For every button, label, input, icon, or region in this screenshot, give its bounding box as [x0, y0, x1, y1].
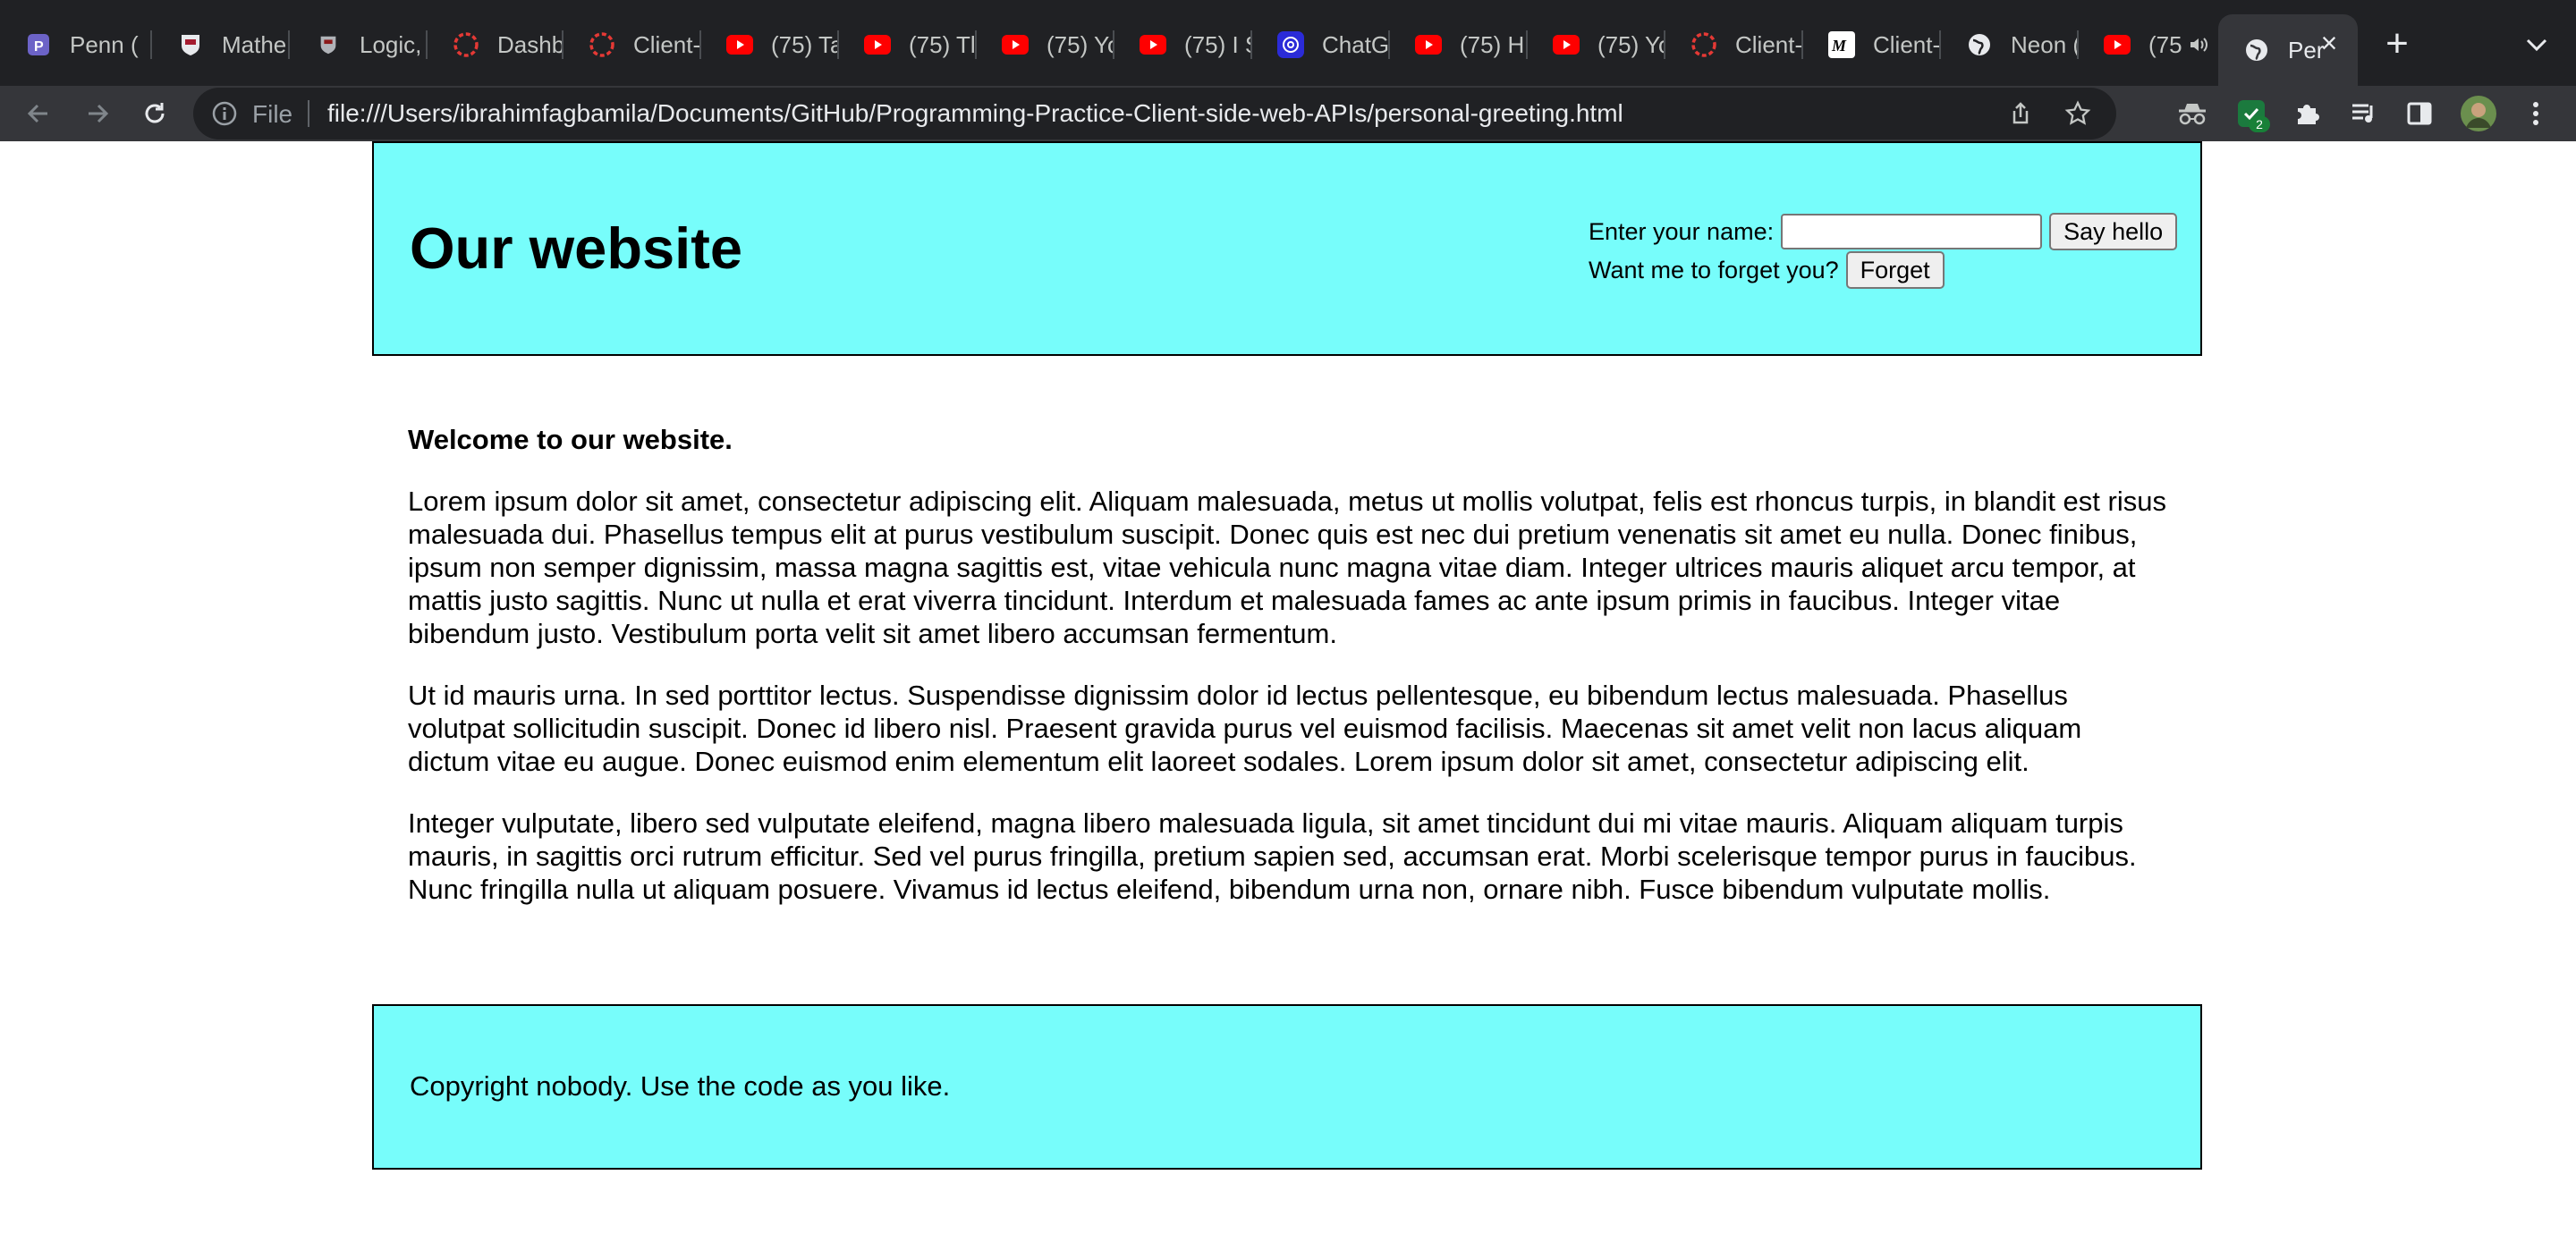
youtube-icon — [1553, 31, 1580, 58]
footer-text: Copyright nobody. Use the code as you li… — [410, 1070, 951, 1102]
browser-tab[interactable]: Mathe — [152, 14, 288, 75]
youtube-icon — [1002, 31, 1029, 58]
m-logo-icon: M — [1828, 31, 1855, 58]
share-icon[interactable] — [2005, 98, 2036, 129]
reload-button[interactable] — [132, 91, 177, 136]
arrow-left-icon — [27, 104, 47, 123]
browser-tab[interactable]: P Penn ( — [0, 14, 150, 75]
youtube-icon — [1415, 31, 1442, 58]
speaker-icon[interactable] — [2188, 34, 2209, 62]
browser-tab[interactable]: Neon ( — [1941, 14, 2077, 75]
university-crest-icon — [177, 31, 204, 58]
browser-tab-strip: P Penn ( Mathe Logic, Dashb Client- (75)… — [0, 0, 2576, 86]
browser-tab-active[interactable]: Per × — [2218, 14, 2358, 86]
incognito-extension-icon[interactable] — [2172, 93, 2213, 134]
browser-tab[interactable]: Client- — [1665, 14, 1801, 75]
name-label: Enter your name: — [1589, 217, 1775, 245]
browser-tab[interactable]: (75) Yo — [1528, 14, 1664, 75]
url-text[interactable]: file:///Users/ibrahimfagbamila/Documents… — [327, 99, 1623, 128]
browser-tab[interactable]: ChatG — [1252, 14, 1388, 75]
site-header: Our website Enter your name: Say hello W… — [372, 141, 2202, 356]
browser-tab[interactable]: (75) Yo — [977, 14, 1113, 75]
browser-tab[interactable]: Logic, — [290, 14, 426, 75]
globe-icon — [1966, 31, 1993, 58]
browser-tab[interactable]: (75 — [2079, 14, 2216, 75]
youtube-icon — [726, 31, 753, 58]
browser-toolbar: File file:///Users/ibrahimfagbamila/Docu… — [0, 86, 2576, 141]
chatgpt-icon — [1277, 31, 1304, 58]
greeting-form: Enter your name: Say hello — [1589, 213, 2178, 250]
address-bar[interactable]: File file:///Users/ibrahimfagbamila/Docu… — [193, 88, 2116, 139]
side-panel-icon[interactable] — [2399, 93, 2440, 134]
browser-tab[interactable]: Client- — [564, 14, 699, 75]
page-title: Our website — [410, 216, 743, 281]
grammar-extension-icon[interactable]: 2 — [2231, 93, 2272, 134]
penn-icon: P — [25, 31, 52, 58]
site-footer: Copyright nobody. Use the code as you li… — [372, 1004, 2202, 1170]
profile-avatar[interactable] — [2458, 93, 2499, 134]
tab-search-button[interactable] — [2515, 25, 2558, 64]
svg-text:P: P — [34, 39, 44, 55]
say-hello-button[interactable]: Say hello — [2049, 213, 2178, 250]
info-icon[interactable] — [211, 100, 238, 127]
browser-tab[interactable]: Dashb — [428, 14, 562, 75]
browser-tab[interactable]: (75) H — [1390, 14, 1526, 75]
globe-icon — [2243, 37, 2270, 63]
browser-menu-button[interactable] — [2515, 93, 2556, 134]
forward-button[interactable] — [75, 91, 120, 136]
puzzle-extensions-icon[interactable] — [2286, 93, 2327, 134]
bookmark-star-icon[interactable] — [2063, 98, 2093, 129]
forget-prompt: Want me to forget you? — [1589, 256, 1839, 283]
dashed-circle-icon — [1690, 31, 1717, 58]
youtube-icon — [2104, 31, 2131, 58]
kebab-menu-icon — [2533, 102, 2538, 125]
close-tab-icon[interactable]: × — [2317, 29, 2342, 57]
browser-tab[interactable]: (75) Tl — [839, 14, 975, 75]
scheme-label: File — [252, 100, 293, 128]
back-button[interactable] — [16, 91, 61, 136]
reload-icon — [145, 103, 165, 123]
name-input[interactable] — [1781, 214, 2043, 249]
chevron-down-icon — [2526, 38, 2547, 52]
extension-badge: 2 — [2249, 116, 2270, 132]
browser-tab[interactable]: (75) I S — [1114, 14, 1250, 75]
new-tab-button[interactable]: + — [2376, 23, 2419, 66]
media-controls-icon[interactable] — [2343, 93, 2385, 134]
youtube-icon — [1140, 31, 1166, 58]
browser-tab[interactable]: M Client- — [1803, 14, 1939, 75]
body-paragraph: Lorem ipsum dolor sit amet, consectetur … — [408, 486, 2166, 649]
svg-text:M: M — [1831, 37, 1847, 55]
arrow-right-icon — [89, 104, 109, 123]
browser-tab[interactable]: (75) Ta — [701, 14, 837, 75]
body-paragraph: Ut id mauris urna. In sed porttitor lect… — [408, 680, 2082, 777]
forget-form: Want me to forget you? Forget — [1589, 251, 1945, 289]
welcome-heading: Welcome to our website. — [408, 424, 733, 455]
crest-icon — [315, 31, 342, 58]
dashed-circle-icon — [453, 31, 479, 58]
dashed-circle-icon — [589, 31, 615, 58]
youtube-icon — [864, 31, 891, 58]
main-content: Welcome to our website. Lorem ipsum dolo… — [408, 423, 2170, 934]
page-viewport: Our website Enter your name: Say hello W… — [0, 141, 2576, 1234]
body-paragraph: Integer vulputate, libero sed vulputate … — [408, 807, 2137, 905]
address-divider — [308, 100, 309, 127]
forget-button[interactable]: Forget — [1845, 251, 1945, 289]
